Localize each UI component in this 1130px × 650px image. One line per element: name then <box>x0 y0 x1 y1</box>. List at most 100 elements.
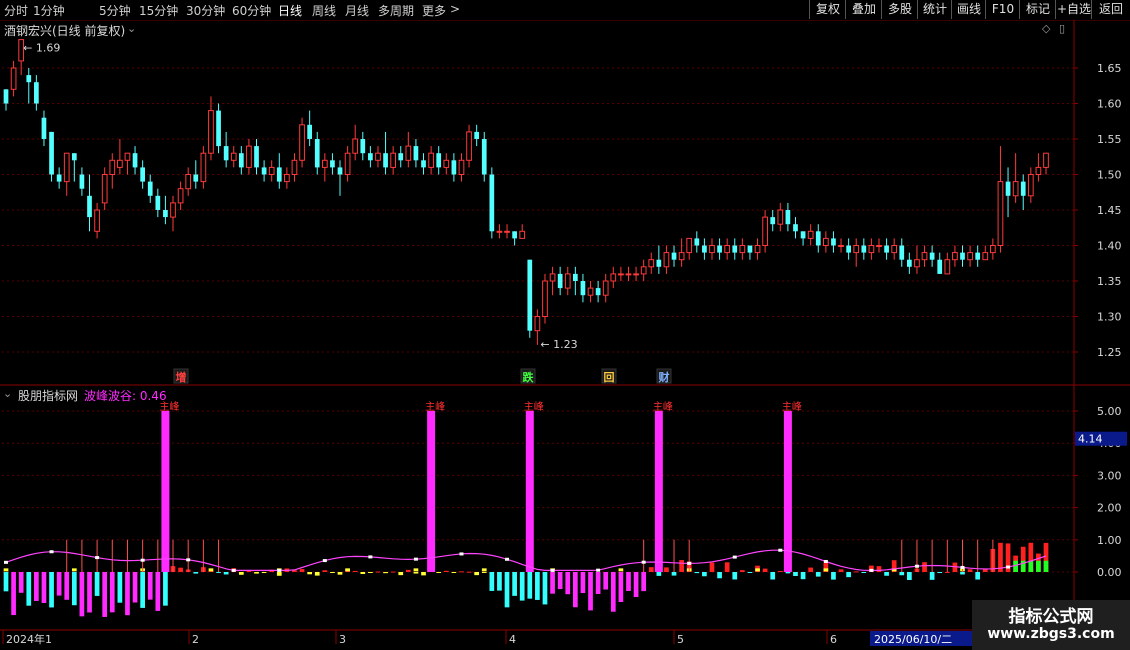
candle-body <box>360 139 366 154</box>
indicator-bar <box>421 572 426 576</box>
price-tick-label: 1.25 <box>1097 346 1122 359</box>
candle-body <box>223 146 229 161</box>
candle-body <box>496 230 503 233</box>
diamond-icon[interactable]: ◇ <box>1042 22 1050 35</box>
candle-body <box>1027 174 1034 197</box>
indicator-bar <box>125 572 130 616</box>
indicator-bar <box>140 572 145 608</box>
indicator-bar <box>542 572 548 605</box>
candle-body <box>101 174 108 204</box>
expand-icon[interactable]: ▯ <box>1059 22 1065 35</box>
candle-body <box>451 160 457 175</box>
wave-dot <box>186 558 191 562</box>
indicator-bar <box>132 572 138 603</box>
indicator-bar <box>474 572 480 576</box>
indicator-bar <box>671 572 677 576</box>
wave-dot <box>231 568 236 572</box>
candle-body <box>952 252 958 261</box>
time-axis-label-0: 2024年1 <box>6 632 52 646</box>
candle-body <box>132 153 138 168</box>
wave-dot <box>641 560 646 564</box>
candle-body <box>807 230 814 239</box>
candle-body <box>330 160 335 168</box>
candle-body <box>876 245 882 247</box>
indicator-green-bar <box>1036 560 1041 572</box>
candle-body <box>147 181 153 196</box>
chevron-down-icon[interactable]: ⌄ <box>127 22 136 35</box>
candle-body <box>967 252 973 261</box>
candle-body <box>344 152 351 175</box>
peak-label: 主峰 <box>524 401 544 413</box>
indicator-peak-column <box>161 411 170 572</box>
wave-dot <box>960 565 965 569</box>
candle-body <box>314 139 320 168</box>
indicator-bar <box>238 572 244 575</box>
indicator-bar <box>603 572 609 590</box>
indicator-bar <box>610 572 616 612</box>
indicator-name: 股朋指标网 <box>18 389 79 403</box>
wave-dot <box>277 568 282 572</box>
candle-body <box>724 245 731 254</box>
indicator-bar <box>694 572 700 574</box>
candle-body <box>694 238 700 246</box>
candle-body <box>238 153 244 168</box>
candle-body <box>663 252 670 268</box>
stock-title: 酒钢宏兴(日线 前复权) <box>4 24 126 38</box>
indicator-bar <box>49 572 54 608</box>
indicator-bar <box>71 572 77 606</box>
candle-body <box>747 245 753 253</box>
candle-body <box>185 174 192 190</box>
indicator-marker <box>618 568 624 572</box>
indicator-bar <box>648 567 654 572</box>
candle-body <box>200 152 207 183</box>
candle-body <box>398 153 404 161</box>
indicator-series-label: 波峰波谷: 0.46 <box>84 389 167 403</box>
peak-label: 主峰 <box>425 401 445 413</box>
indicator-tick-label: 5.00 <box>1097 405 1122 418</box>
indicator-green-bar <box>1013 560 1018 572</box>
min-price-label: ← 1.23 <box>540 338 577 351</box>
indicator-bar <box>307 572 313 575</box>
wave-dot <box>413 557 418 561</box>
wave-dot <box>778 548 783 552</box>
indicator-bar <box>808 567 814 572</box>
candle-body <box>254 146 259 168</box>
indicator-bar <box>459 571 464 573</box>
candle-body <box>960 252 965 260</box>
candle-body <box>140 167 145 182</box>
indicator-bar <box>368 572 373 573</box>
candle-body <box>739 245 746 254</box>
candle-body <box>337 167 343 175</box>
indicator-bar <box>216 571 221 573</box>
indicator-bar <box>960 572 965 575</box>
indicator-bar <box>884 572 889 576</box>
candle-body <box>155 195 161 210</box>
indicator-bar <box>595 572 601 595</box>
candle-body <box>466 131 472 161</box>
candle-body <box>41 117 47 139</box>
candle-body <box>853 245 860 254</box>
candle-body <box>193 174 199 182</box>
candle-body <box>678 252 685 261</box>
indicator-bar <box>664 567 669 572</box>
collapse-icon[interactable]: ⌄ <box>3 387 12 400</box>
candle-body <box>602 280 609 296</box>
wave-dot <box>550 568 555 572</box>
indicator-bar <box>800 572 806 580</box>
candle-body <box>170 202 176 218</box>
time-axis-label-3: 4 <box>509 633 516 646</box>
indicator-bar <box>527 572 533 599</box>
candle-body <box>1020 181 1026 196</box>
candle-body <box>26 75 32 83</box>
indicator-peak-column <box>427 411 436 572</box>
kline-chart[interactable]: 1.65 1.60 1.55 1.50 1.45 1.40 1.35 1.30 1.25 ← 1.… <box>0 0 1130 650</box>
date-box-label: 2025/06/10/二 <box>874 633 952 646</box>
wave-dot <box>823 559 828 563</box>
candle-body <box>572 273 578 281</box>
candle-body <box>656 259 662 267</box>
indicator-bar <box>299 569 305 572</box>
indicator-bar <box>702 572 707 577</box>
candle-body <box>276 167 282 182</box>
candle-body <box>899 245 905 260</box>
indicator-bar <box>11 572 16 616</box>
